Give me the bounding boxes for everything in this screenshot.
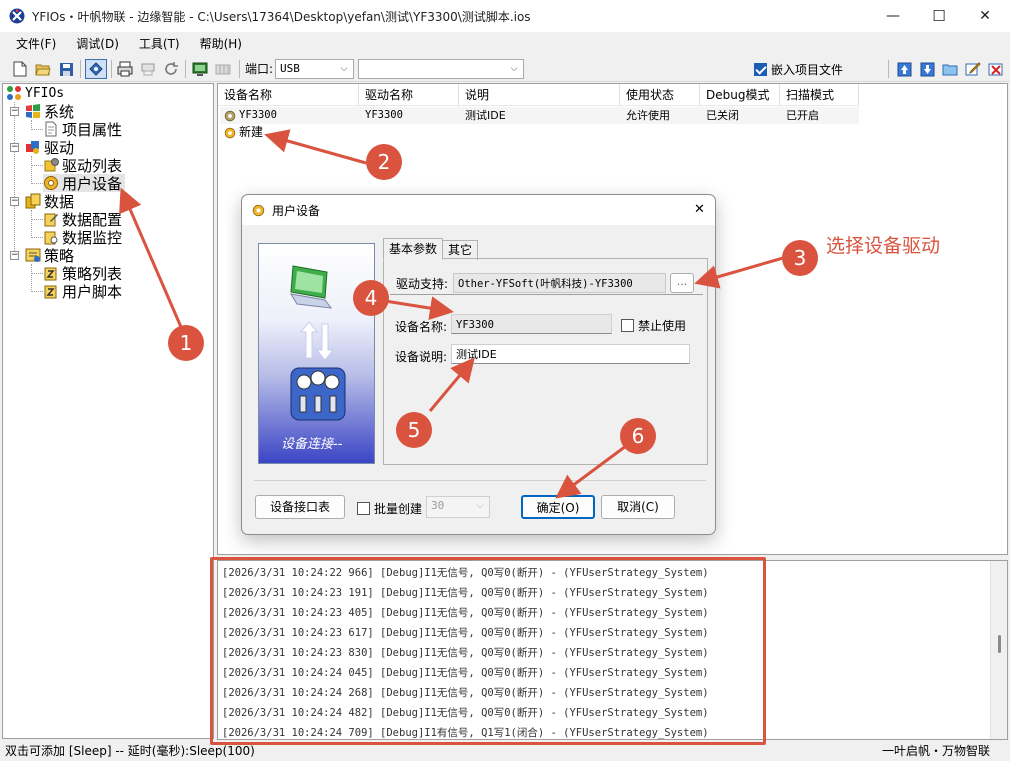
arrow-4	[384, 296, 454, 321]
app-window: YFIOs・叶帆物联 - 边缘智能 - C:\Users\17364\Deskt…	[0, 0, 1010, 761]
annotation-marker-3: 3	[782, 240, 818, 276]
annotation-marker-1: 1	[168, 325, 204, 361]
arrow-2	[264, 129, 367, 165]
annotation-marker-5: 5	[396, 412, 432, 448]
arrow-5	[428, 357, 475, 412]
tab-basic-params[interactable]: 基本参数	[383, 238, 444, 260]
annotation-marker-4: 4	[353, 280, 389, 316]
arrow-3	[694, 256, 784, 289]
arrow-6	[555, 444, 627, 499]
annotation-marker-6: 6	[620, 418, 656, 454]
annotation-arrows	[119, 129, 784, 499]
arrow-1	[119, 187, 183, 328]
annotation-marker-2: 2	[366, 144, 402, 180]
annotation-note-3: 选择设备驱动	[826, 235, 941, 257]
